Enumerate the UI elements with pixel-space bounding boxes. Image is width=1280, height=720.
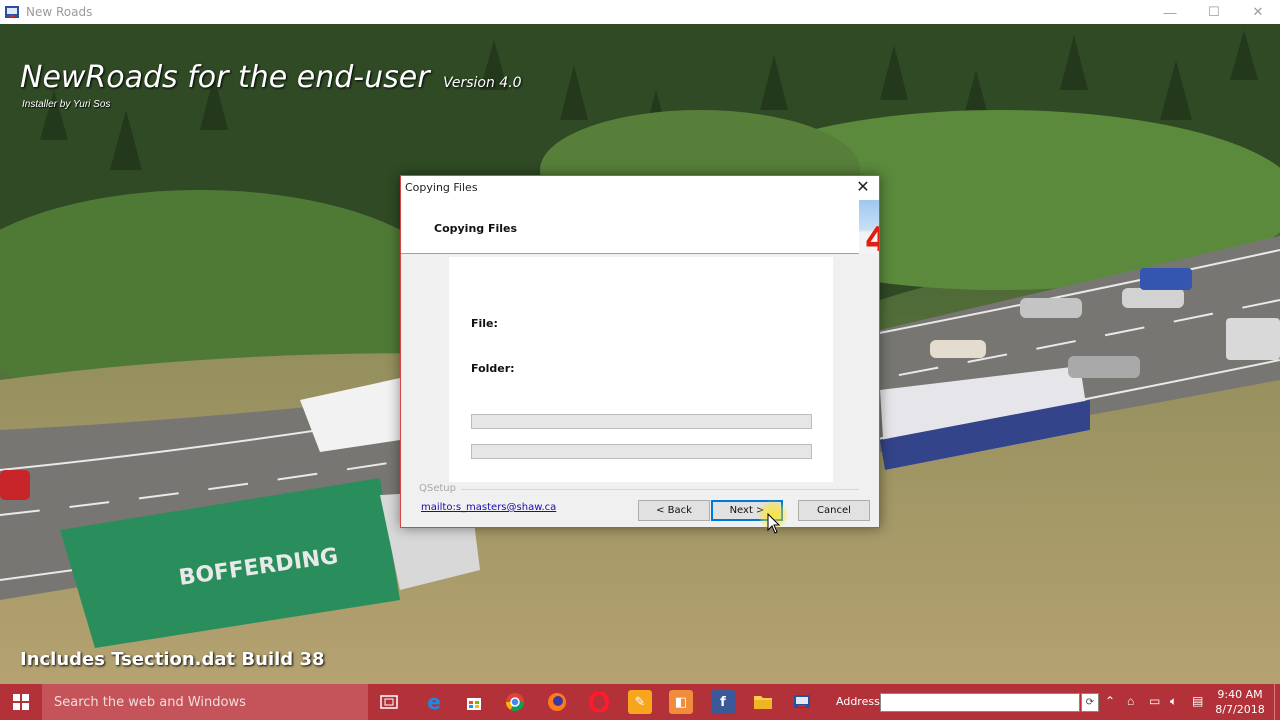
- dialog-header: Copying Files ✕ Copying Files 4: [401, 176, 879, 254]
- notifications-icon[interactable]: ▤: [1192, 694, 1203, 708]
- app-icon: [5, 6, 19, 18]
- banner-product-name: NewRoads for the end-user: [20, 60, 430, 95]
- show-hidden-icons-icon[interactable]: ⌃: [1105, 694, 1115, 708]
- battery-icon[interactable]: ▭: [1149, 694, 1160, 708]
- banner-version: Version 4.0: [443, 75, 522, 91]
- dialog-body: File: Folder:: [449, 257, 833, 482]
- file-progress-bar: [471, 414, 812, 429]
- clock-time: 9:40 AM: [1217, 688, 1263, 701]
- dialog-heading: Copying Files: [434, 222, 518, 235]
- mouse-pointer-icon: [767, 513, 781, 534]
- folder-label: Folder:: [471, 362, 515, 375]
- window-title: New Roads: [26, 5, 93, 19]
- show-desktop-button[interactable]: [1274, 684, 1280, 720]
- file-label: File:: [471, 317, 498, 330]
- overall-progress-bar: [471, 444, 812, 459]
- build-note: Includes Tsection.dat Build 38: [20, 649, 325, 670]
- search-placeholder: Search the web and Windows: [54, 695, 246, 710]
- start-button[interactable]: [0, 684, 42, 720]
- cancel-button[interactable]: Cancel: [798, 500, 870, 521]
- address-go-icon[interactable]: ⟳: [1081, 693, 1099, 712]
- address-toolbar-label: Address: [836, 695, 880, 708]
- network-icon[interactable]: ⌂: [1127, 694, 1134, 708]
- file-explorer-icon[interactable]: [751, 690, 775, 714]
- installer-banner-title: NewRoads for the end-user Version 4.0: [20, 60, 522, 95]
- paint-icon[interactable]: ✎: [628, 690, 652, 714]
- clock-date: 8/7/2018: [1215, 703, 1265, 716]
- taskbar-clock[interactable]: 9:40 AM 8/7/2018: [1213, 687, 1267, 717]
- setup-logo-glyph: 4: [865, 220, 879, 254]
- taskbar: Search the web and Windows e ✎ ◧ f Addre…: [0, 684, 1280, 720]
- minimize-button[interactable]: —: [1148, 0, 1192, 24]
- back-button[interactable]: < Back: [638, 500, 710, 521]
- window-titlebar: New Roads — ☐ ✕: [0, 0, 1280, 24]
- facebook-icon[interactable]: f: [711, 690, 735, 714]
- windows-logo-icon: [13, 694, 29, 710]
- maximize-button[interactable]: ☐: [1192, 0, 1236, 24]
- address-input[interactable]: [880, 693, 1080, 712]
- close-window-button[interactable]: ✕: [1236, 0, 1280, 24]
- firefox-icon[interactable]: [545, 690, 569, 714]
- dialog-close-icon[interactable]: ✕: [853, 178, 873, 198]
- footer-divider: [461, 489, 859, 490]
- task-view-icon[interactable]: [377, 690, 401, 714]
- edge-browser-icon[interactable]: e: [422, 690, 446, 714]
- banner-subtitle: Installer by Yuri Sos: [22, 99, 111, 110]
- copying-files-dialog: Copying Files ✕ Copying Files 4 File: Fo…: [400, 175, 880, 528]
- dialog-caption: Copying Files: [405, 181, 478, 194]
- installer-app-icon[interactable]: [790, 690, 814, 714]
- volume-icon[interactable]: 🔈︎: [1170, 694, 1177, 709]
- photos-icon[interactable]: ◧: [669, 690, 693, 714]
- qsetup-brand: QSetup: [419, 483, 456, 494]
- taskbar-search-box[interactable]: Search the web and Windows: [42, 684, 368, 720]
- opera-icon[interactable]: [587, 690, 611, 714]
- setup-logo-icon: 4: [859, 200, 879, 254]
- chrome-icon[interactable]: [503, 690, 527, 714]
- mailto-link[interactable]: mailto:s_masters@shaw.ca: [421, 502, 556, 513]
- store-icon[interactable]: [462, 690, 486, 714]
